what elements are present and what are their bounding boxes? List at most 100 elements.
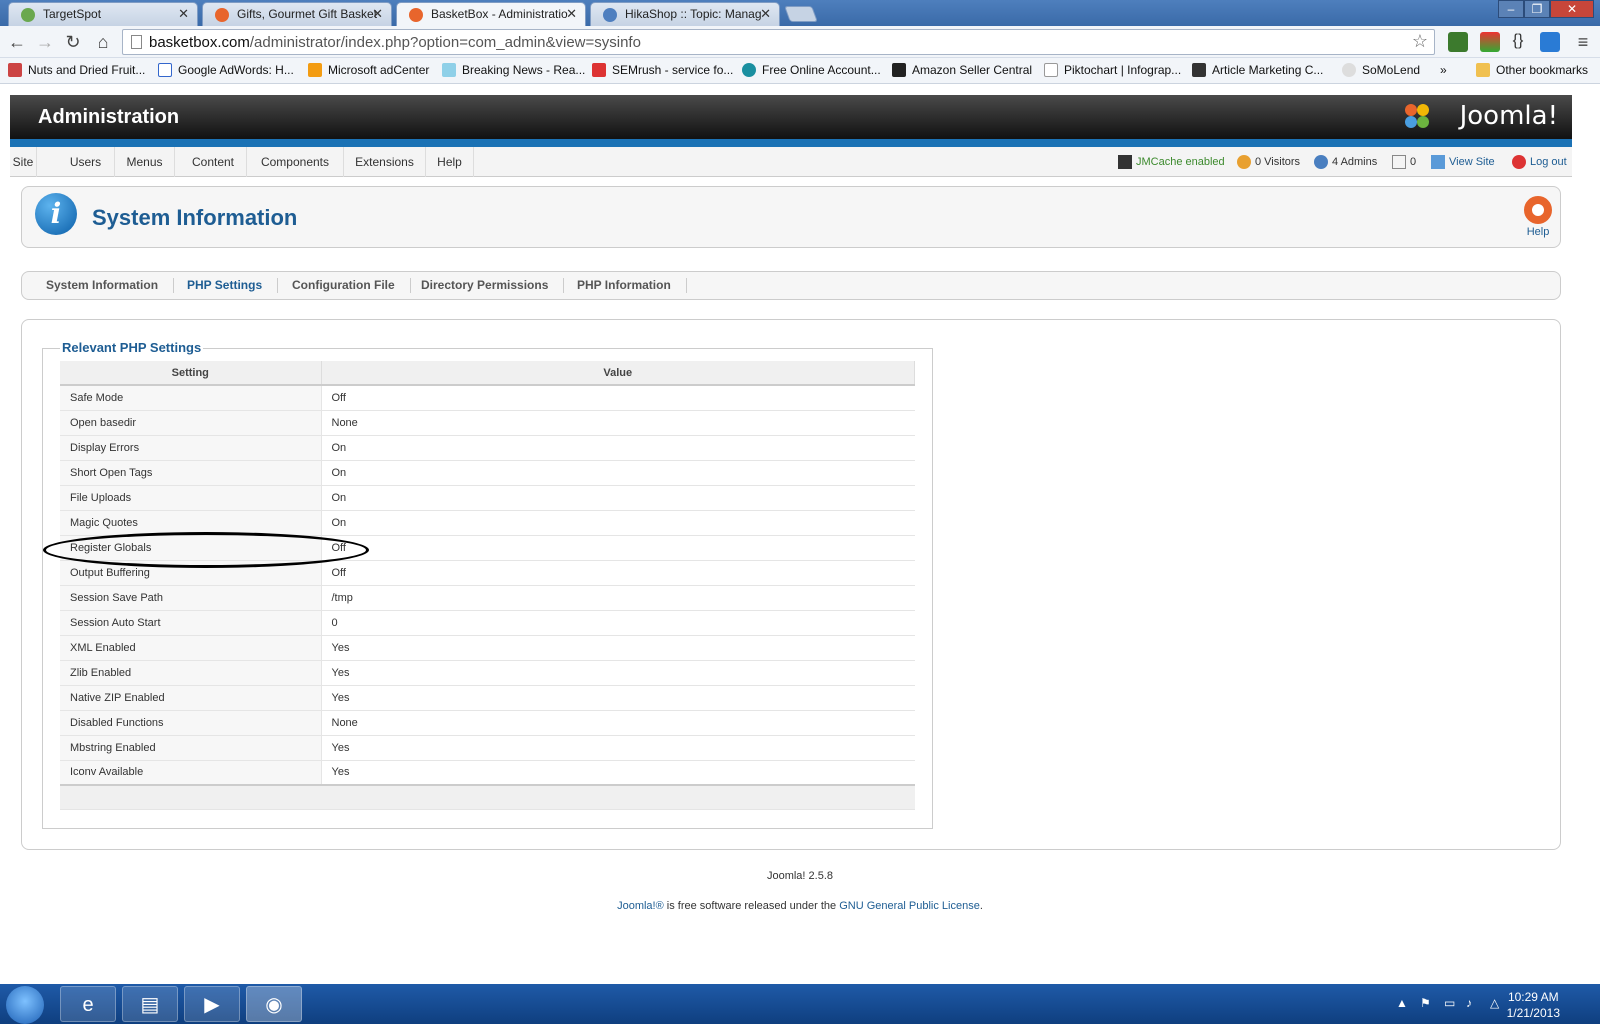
- new-tab-button[interactable]: [784, 6, 818, 22]
- bookmark-item[interactable]: SoMoLend: [1342, 63, 1420, 77]
- extension-screen-icon[interactable]: [1540, 32, 1560, 52]
- forward-arrow-icon[interactable]: →: [34, 31, 56, 53]
- table-row: Iconv Available Yes: [60, 760, 915, 786]
- browser-tab-gifts[interactable]: Gifts, Gourmet Gift Basket ✕: [202, 2, 392, 26]
- table-row: Display Errors On: [60, 435, 915, 461]
- reload-icon[interactable]: ↻: [62, 31, 84, 53]
- version-footer: Joomla! 2.5.8: [766, 870, 834, 882]
- menu-users[interactable]: Users: [57, 147, 115, 177]
- bookmark-item[interactable]: SEMrush - service fo...: [592, 63, 733, 77]
- bookmark-item[interactable]: Amazon Seller Central: [892, 63, 1032, 77]
- fieldset-legend: Relevant PHP Settings: [60, 340, 204, 355]
- browser-tab-basketbox[interactable]: BasketBox - Administratio ✕: [396, 2, 586, 26]
- cache-icon: [1118, 155, 1132, 169]
- bookmark-label: Microsoft adCenter: [328, 63, 430, 77]
- help-button[interactable]: Help: [1518, 196, 1558, 238]
- extension-braces-icon[interactable]: {}: [1508, 32, 1528, 52]
- browser-toolbar: ← → ↻ ⌂ basketbox.com/administrator/inde…: [0, 26, 1600, 58]
- table-row: Short Open Tags On: [60, 460, 915, 486]
- setting-value: Yes: [321, 685, 915, 711]
- volume-icon[interactable]: ♪: [1466, 996, 1480, 1010]
- menu-components[interactable]: Components: [247, 147, 344, 177]
- table-row: Session Auto Start 0: [60, 610, 915, 636]
- system-clock[interactable]: 10:29 AM 1/21/2013: [1507, 989, 1560, 1021]
- bookmark-favicon-icon: [8, 63, 22, 77]
- browser-tab-hikashop[interactable]: HikaShop :: Topic: Manag ✕: [590, 2, 780, 26]
- back-arrow-icon[interactable]: ←: [6, 31, 28, 53]
- file-explorer-icon[interactable]: ▤: [122, 986, 178, 1022]
- setting-name: Short Open Tags: [60, 460, 322, 486]
- setting-value: On: [321, 460, 915, 486]
- joomla-link[interactable]: Joomla!®: [617, 900, 664, 912]
- home-icon[interactable]: ⌂: [92, 31, 114, 53]
- menu-site[interactable]: Site: [10, 147, 37, 177]
- php-settings-table: Setting Value Safe Mode Off Open basedir No…: [60, 361, 915, 810]
- close-window-icon[interactable]: ✕: [1550, 0, 1594, 18]
- lifebuoy-icon: [1524, 196, 1552, 224]
- menu-content[interactable]: Content: [180, 147, 247, 177]
- tab-system-information[interactable]: System Information: [31, 278, 175, 293]
- bookmark-item[interactable]: Piktochart | Infograp...: [1044, 63, 1181, 77]
- tab-configuration-file[interactable]: Configuration File: [277, 278, 411, 293]
- address-bar[interactable]: basketbox.com/administrator/index.php?op…: [122, 29, 1435, 55]
- bookmark-item[interactable]: Article Marketing C...: [1192, 63, 1323, 77]
- tab-php-settings[interactable]: PHP Settings: [172, 278, 279, 293]
- tab-title: Gifts, Gourmet Gift Basket: [237, 7, 378, 21]
- extension-stats-icon[interactable]: [1480, 32, 1500, 52]
- admin-menu-bar: Site Users Menus Content Components Exte…: [10, 147, 1572, 177]
- close-tab-icon[interactable]: ✕: [372, 6, 383, 22]
- tab-directory-permissions[interactable]: Directory Permissions: [406, 278, 565, 293]
- setting-value: Yes: [321, 760, 915, 786]
- browser-tab-targetspot[interactable]: TargetSpot ✕: [8, 2, 198, 26]
- chrome-icon[interactable]: ◉: [246, 986, 302, 1022]
- menu-menus[interactable]: Menus: [115, 147, 175, 177]
- menu-extensions[interactable]: Extensions: [344, 147, 426, 177]
- jmcache-status[interactable]: JMCache enabled: [1118, 155, 1225, 169]
- bookmark-label: Free Online Account...: [762, 63, 881, 77]
- tab-title: TargetSpot: [43, 7, 102, 21]
- gpl-link[interactable]: GNU General Public License: [839, 900, 980, 912]
- tab-php-information[interactable]: PHP Information: [562, 278, 687, 293]
- bookmarks-overflow-chevron-icon[interactable]: »: [1440, 63, 1447, 77]
- bookmark-label: Nuts and Dried Fruit...: [28, 63, 146, 77]
- view-site-link[interactable]: View Site: [1431, 155, 1495, 169]
- bookmark-item[interactable]: Google AdWords: H...: [158, 63, 294, 77]
- license-footer: Joomla!® is free software released under…: [0, 900, 1600, 912]
- setting-name: Zlib Enabled: [60, 660, 322, 686]
- info-icon: i: [35, 193, 77, 235]
- action-center-flag-icon[interactable]: ⚑: [1420, 996, 1434, 1010]
- pr-icon: [442, 63, 456, 77]
- bookmark-item[interactable]: Microsoft adCenter: [308, 63, 429, 77]
- extension-check-icon[interactable]: [1448, 32, 1468, 52]
- close-tab-icon[interactable]: ✕: [760, 6, 771, 22]
- menu-wrench-icon[interactable]: ≡: [1572, 31, 1594, 53]
- close-tab-icon[interactable]: ✕: [566, 6, 577, 22]
- google-icon: [158, 63, 172, 77]
- setting-value: On: [321, 510, 915, 536]
- setting-value: /tmp: [321, 585, 915, 611]
- bookmark-item[interactable]: Nuts and Dried Fruit...: [8, 63, 145, 77]
- windows-start-button[interactable]: [6, 986, 44, 1024]
- media-player-icon[interactable]: ▶: [184, 986, 240, 1022]
- menu-help[interactable]: Help: [426, 147, 474, 177]
- tray-arrow-icon[interactable]: ▲: [1396, 996, 1410, 1010]
- status-label: 0: [1410, 156, 1417, 168]
- bookmark-item[interactable]: Breaking News - Rea...: [442, 63, 585, 77]
- bookmark-item[interactable]: Free Online Account...: [742, 63, 881, 77]
- other-bookmarks-folder[interactable]: Other bookmarks: [1476, 63, 1588, 77]
- status-label: 4 Admins: [1332, 156, 1378, 168]
- restore-icon[interactable]: ❐: [1524, 0, 1550, 18]
- network-icon[interactable]: ▭: [1444, 996, 1458, 1010]
- internet-explorer-icon[interactable]: e: [60, 986, 116, 1022]
- setting-value: 0: [321, 610, 915, 636]
- close-tab-icon[interactable]: ✕: [178, 6, 189, 22]
- setting-name: Open basedir: [60, 410, 322, 436]
- bookmark-star-icon[interactable]: ☆: [1412, 31, 1428, 52]
- bookmark-label: Breaking News - Rea...: [462, 63, 586, 77]
- setting-name: Display Errors: [60, 435, 322, 461]
- logout-link[interactable]: Log out: [1512, 155, 1567, 169]
- minimize-icon[interactable]: –: [1498, 0, 1524, 18]
- messages-status[interactable]: 0: [1392, 155, 1417, 169]
- google-drive-icon[interactable]: △: [1490, 996, 1504, 1010]
- folder-icon: [1476, 63, 1490, 77]
